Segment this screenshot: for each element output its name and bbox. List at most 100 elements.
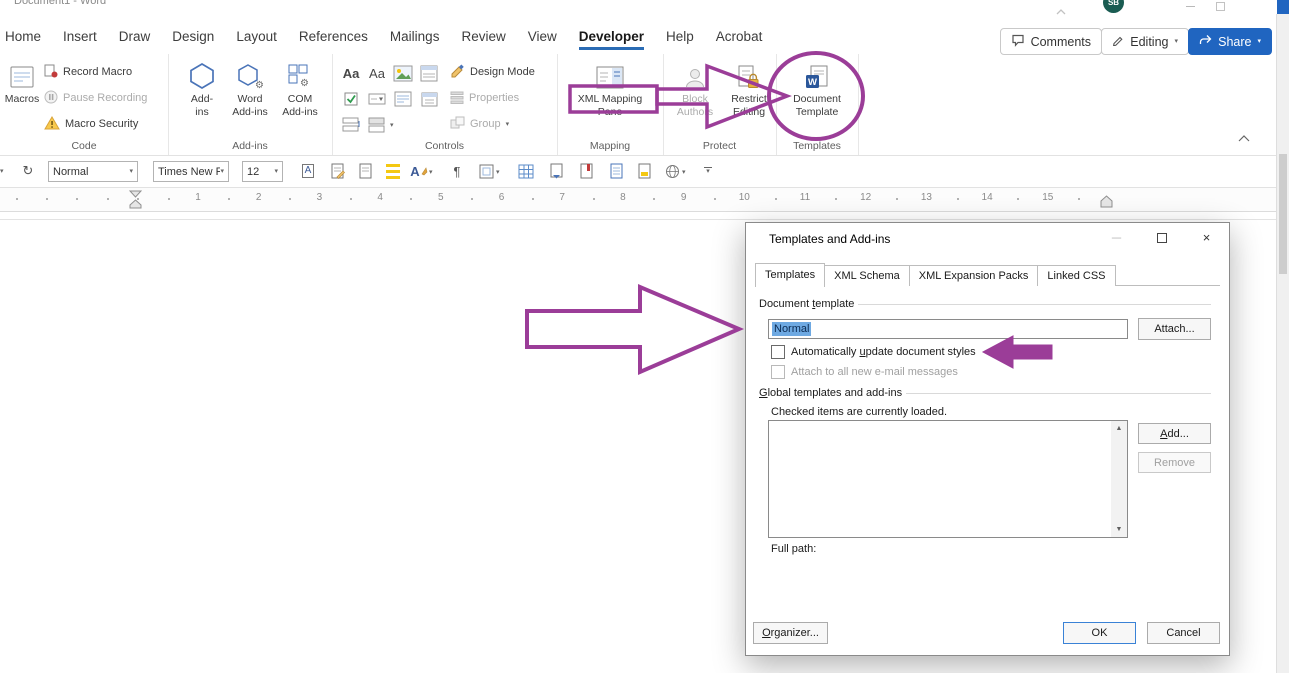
minimize-icon[interactable] xyxy=(1186,6,1195,7)
picture-control-button[interactable] xyxy=(392,62,414,84)
menu-tab-draw[interactable]: Draw xyxy=(108,25,162,49)
global-templates-listbox[interactable]: ▲ ▼ xyxy=(768,420,1128,538)
building-block-gallery-button[interactable] xyxy=(418,62,440,84)
font-size-combo[interactable]: 12 ▾ xyxy=(242,161,283,182)
right-indent-marker[interactable] xyxy=(1100,195,1113,213)
font-combo[interactable]: Times New Ro▾ xyxy=(153,161,229,182)
record-macro-button[interactable]: Record Macro xyxy=(44,62,132,82)
rich-text-control-button[interactable]: Aa xyxy=(340,62,362,84)
repeating-section-control-button[interactable] xyxy=(340,114,362,136)
chevron-down-icon[interactable]: ▾ xyxy=(429,168,433,176)
menu-tab-developer[interactable]: Developer xyxy=(568,25,655,50)
table-grid-icon[interactable] xyxy=(516,161,536,181)
maximize-icon[interactable] xyxy=(1216,2,1225,11)
repeating-section-icon xyxy=(342,117,360,132)
templates-addins-dialog: Templates and Add-ins ─ × Templates XML S… xyxy=(745,222,1230,656)
boxed-text-icon[interactable] xyxy=(476,161,496,181)
ruler-number: 10 xyxy=(738,192,750,203)
menu-tab-view[interactable]: View xyxy=(517,25,568,49)
user-avatar[interactable]: SB xyxy=(1103,0,1124,13)
dialog-maximize-icon[interactable] xyxy=(1139,223,1184,252)
com-add-ins-button[interactable]: ⚙ COM Add-ins xyxy=(276,58,324,118)
highlighter-icon[interactable] xyxy=(383,161,403,181)
dialog-tab-xml-schema[interactable]: XML Schema xyxy=(825,265,910,286)
character-border-icon[interactable]: A xyxy=(298,161,318,181)
menu-tab-acrobat[interactable]: Acrobat xyxy=(705,25,774,49)
dialog-close-icon[interactable]: × xyxy=(1184,223,1229,252)
edit-page-icon[interactable] xyxy=(327,161,347,181)
pilcrow-icon[interactable]: ¶ xyxy=(447,161,467,181)
ruler-tick xyxy=(713,198,716,200)
page-highlight-icon[interactable] xyxy=(634,161,654,181)
ribbon-display-options-icon[interactable] xyxy=(1056,2,1066,20)
auto-update-styles-checkbox[interactable] xyxy=(771,345,785,359)
add-ins-button[interactable]: Add-ins xyxy=(178,58,226,118)
combo-box-control-button[interactable] xyxy=(366,88,388,110)
ruler-number: 13 xyxy=(920,192,932,203)
dialog-tab-linked-css[interactable]: Linked CSS xyxy=(1038,265,1116,286)
plain-text-control-button[interactable]: Aa xyxy=(366,62,388,84)
organizer-button[interactable]: Organizer... xyxy=(753,622,828,644)
attach-button[interactable]: Attach... xyxy=(1138,318,1211,340)
chevron-down-icon[interactable]: ▾ xyxy=(682,168,686,176)
date-picker-control-button[interactable] xyxy=(418,88,440,110)
editing-mode-button[interactable]: Editing ▾ xyxy=(1101,28,1189,55)
page-outline-icon[interactable] xyxy=(606,161,626,181)
word-add-ins-icon: ⚙ xyxy=(237,58,263,90)
template-name-field[interactable]: Normal xyxy=(768,319,1128,339)
xml-mapping-pane-button[interactable]: XML Mapping Pane xyxy=(578,58,642,118)
menu-tab-strip: Home Insert Draw Design Layout References Mail… xyxy=(0,25,774,50)
scrollbar-thumb[interactable] xyxy=(1279,154,1287,274)
restrict-editing-button[interactable]: Restrict Editing xyxy=(725,58,773,118)
cancel-button[interactable]: Cancel xyxy=(1147,622,1220,644)
blank-page-icon[interactable] xyxy=(355,161,375,181)
dropdown-list-control-button[interactable] xyxy=(392,88,414,110)
chevron-down-icon[interactable]: ▾ xyxy=(496,168,500,176)
share-button[interactable]: Share ▾ xyxy=(1188,28,1272,55)
ruler-tick xyxy=(531,198,534,200)
window-corner-accent xyxy=(1277,0,1289,14)
design-mode-button[interactable]: Design Mode xyxy=(450,62,535,82)
dialog-tab-templates[interactable]: Templates xyxy=(755,263,826,287)
comments-button[interactable]: Comments xyxy=(999,28,1102,55)
page-bookmark-icon[interactable] xyxy=(576,161,596,181)
section-divider xyxy=(856,304,1211,305)
pause-recording-label: Pause Recording xyxy=(63,92,148,104)
scroll-up-icon[interactable]: ▲ xyxy=(1111,421,1127,436)
left-indent-marker[interactable] xyxy=(128,190,143,214)
scroll-down-icon[interactable]: ▼ xyxy=(1111,522,1127,537)
menu-tab-references[interactable]: References xyxy=(288,25,379,49)
menu-tab-help[interactable]: Help xyxy=(655,25,705,49)
document-template-button[interactable]: W Document Template xyxy=(793,58,841,118)
overflow-caret-icon[interactable]: ▾ xyxy=(0,168,4,175)
vertical-scrollbar[interactable] xyxy=(1276,14,1289,673)
macros-button[interactable]: Macros xyxy=(0,58,46,106)
menu-tab-home[interactable]: Home xyxy=(0,25,52,49)
legacy-tools-button[interactable] xyxy=(366,114,388,136)
collapse-ribbon-icon[interactable] xyxy=(1238,129,1250,147)
listbox-scrollbar[interactable]: ▲ ▼ xyxy=(1111,421,1127,537)
menu-tab-mailings[interactable]: Mailings xyxy=(379,25,451,49)
page-arrow-icon[interactable] xyxy=(546,161,566,181)
attach-email-checkbox-row: Attach to all new e-mail messages xyxy=(771,365,958,379)
ok-button[interactable]: OK xyxy=(1063,622,1136,644)
menu-tab-layout[interactable]: Layout xyxy=(225,25,288,49)
redo-icon[interactable]: ↻ xyxy=(18,161,38,181)
chevron-down-icon: ▾ xyxy=(274,168,278,175)
menu-tab-insert[interactable]: Insert xyxy=(52,25,108,49)
ruler-tick xyxy=(106,198,109,200)
checkbox-control-button[interactable] xyxy=(340,88,362,110)
globe-link-icon[interactable] xyxy=(662,161,682,181)
word-add-ins-button[interactable]: ⚙ Word Add-ins xyxy=(226,58,274,118)
menu-tab-label: Help xyxy=(666,29,694,44)
toolbar-more-icon[interactable]: ▾ xyxy=(698,161,718,181)
add-button[interactable]: Add... xyxy=(1138,423,1211,444)
font-color-pen-icon[interactable]: A xyxy=(409,161,429,181)
menu-tab-review[interactable]: Review xyxy=(450,25,516,49)
menu-tab-design[interactable]: Design xyxy=(161,25,225,49)
dialog-tab-xml-expansion-packs[interactable]: XML Expansion Packs xyxy=(909,265,1039,286)
chevron-down-icon[interactable]: ▾ xyxy=(390,122,394,129)
style-combo[interactable]: Normal ▾ xyxy=(48,161,138,182)
macro-security-button[interactable]: Macro Security xyxy=(44,114,138,134)
ruler-tick xyxy=(592,198,595,200)
